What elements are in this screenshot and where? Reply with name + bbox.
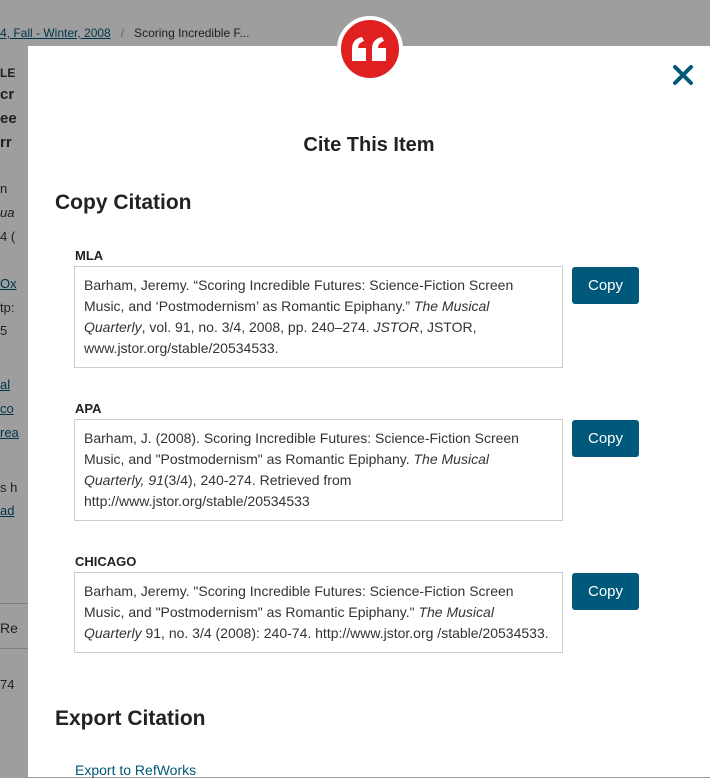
citation-text-chicago[interactable]: Barham, Jeremy. "Scoring Incredible Futu… [74,572,563,653]
citation-segment: 91, no. 3/4 (2008): 240-74. http://www.j… [141,625,549,641]
citation-text-apa[interactable]: Barham, J. (2008). Scoring Incredible Fu… [74,419,563,521]
citation-style-label: MLA [75,248,104,263]
citation-segment: JSTOR [373,319,420,335]
modal-title: Cite This Item [303,134,435,156]
citation-segment: , vol. 91, no. 3/4, 2008, pp. 240–274. [141,319,374,335]
export-citation-heading: Export Citation [55,707,206,730]
copy-chicago-button[interactable]: Copy [572,573,639,610]
copy-citation-heading: Copy Citation [55,191,192,214]
copy-apa-button[interactable]: Copy [572,420,639,457]
citation-text-mla[interactable]: Barham, Jeremy. “Scoring Incredible Futu… [74,266,563,368]
quote-icon [337,16,403,82]
copy-mla-button[interactable]: Copy [572,267,639,304]
close-icon[interactable] [670,62,696,88]
export-refworks-link[interactable]: Export to RefWorks [75,762,196,778]
citation-style-label: CHICAGO [75,554,137,569]
citation-style-label: APA [75,401,102,416]
